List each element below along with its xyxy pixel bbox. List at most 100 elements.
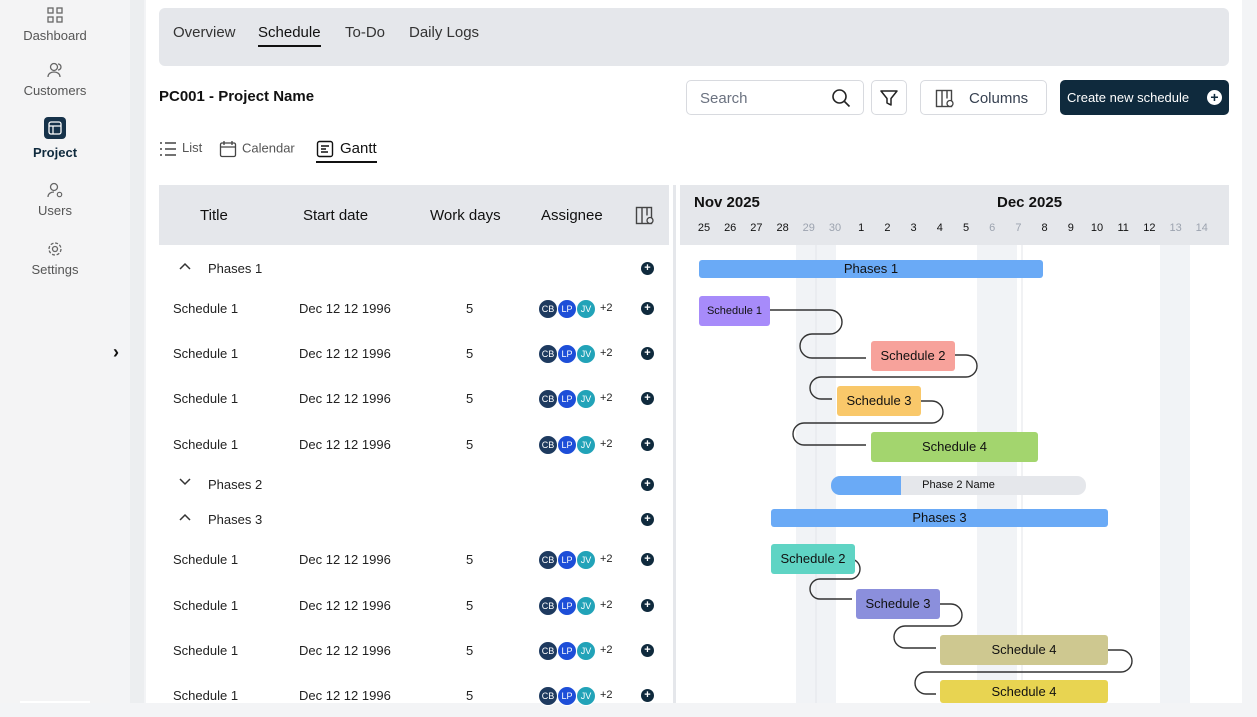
avatar[interactable]: LP (557, 596, 577, 616)
header-title[interactable]: Title (200, 207, 228, 224)
add-circle-icon[interactable]: + (641, 513, 654, 526)
table-row[interactable]: Schedule 1 Dec 12 12 1996 5 CB LP JV +2 + (159, 587, 669, 627)
add-circle-icon[interactable]: + (641, 392, 654, 405)
assignee-more-count[interactable]: +2 (600, 553, 613, 565)
sidebar-item-dashboard[interactable]: Dashboard (0, 6, 110, 43)
avatar[interactable]: JV (576, 641, 596, 661)
avatar[interactable]: JV (576, 389, 596, 409)
tab-overview[interactable]: Overview (173, 24, 236, 41)
avatar[interactable]: LP (557, 344, 577, 364)
columns-settings-icon[interactable] (635, 206, 655, 226)
table-row[interactable]: Schedule 1 Dec 12 12 1996 5 CB LP JV +2 + (159, 335, 669, 375)
avatar[interactable]: LP (557, 299, 577, 319)
search-input[interactable]: Search (686, 80, 864, 115)
add-circle-icon[interactable]: + (641, 438, 654, 451)
schedule-bar[interactable]: Schedule 4 (940, 635, 1108, 665)
table-header: Title Start date Work days Assignee (159, 185, 669, 245)
view-calendar[interactable]: Calendar (219, 140, 295, 158)
filter-button[interactable] (871, 80, 907, 115)
header-start-date[interactable]: Start date (303, 207, 368, 224)
day-label: 12 (1143, 222, 1156, 234)
chevron-up-icon[interactable] (178, 259, 192, 276)
avatar[interactable]: CB (538, 344, 558, 364)
phase-bar[interactable]: Phases 3 (771, 509, 1108, 527)
assignee-more-count[interactable]: +2 (600, 302, 613, 314)
phase-bar[interactable]: Phase 2 Name (831, 476, 1086, 495)
avatar[interactable]: JV (576, 299, 596, 319)
header-assignee[interactable]: Assignee (541, 207, 603, 224)
add-circle-icon[interactable]: + (641, 644, 654, 657)
assignee-more-count[interactable]: +2 (600, 438, 613, 450)
add-circle-icon[interactable]: + (641, 553, 654, 566)
avatar[interactable]: LP (557, 641, 577, 661)
assignee-more-count[interactable]: +2 (600, 599, 613, 611)
view-list[interactable]: List (159, 140, 202, 157)
tab-schedule[interactable]: Schedule (258, 24, 321, 47)
avatar[interactable]: LP (557, 686, 577, 706)
chevron-right-icon[interactable]: › (113, 342, 119, 363)
table-row[interactable]: Schedule 1 Dec 12 12 1996 5 CB LP JV +2 + (159, 290, 669, 330)
schedule-bar[interactable]: Schedule 1 (699, 296, 770, 326)
table-row[interactable]: Schedule 1 Dec 12 12 1996 5 CB LP JV +2 + (159, 541, 669, 581)
table-gantt-divider[interactable] (673, 185, 676, 703)
columns-button[interactable]: Columns (920, 80, 1047, 115)
day-label: 29 (802, 222, 815, 234)
table-row[interactable]: Schedule 1 Dec 12 12 1996 5 CB LP JV +2 + (159, 426, 669, 466)
add-circle-icon[interactable]: + (641, 347, 654, 360)
avatar[interactable]: CB (538, 389, 558, 409)
create-label: Create new schedule (1067, 90, 1190, 105)
header-work-days[interactable]: Work days (430, 207, 501, 224)
sidebar-item-customers[interactable]: Customers (0, 61, 110, 98)
assignee-more-count[interactable]: +2 (600, 689, 613, 701)
phase-row[interactable]: Phases 1 + (159, 250, 669, 290)
add-circle-icon[interactable]: + (641, 689, 654, 702)
schedule-bar[interactable]: Schedule 3 (837, 386, 921, 416)
avatar[interactable]: JV (576, 435, 596, 455)
phase-row[interactable]: Phases 2 + (159, 466, 669, 506)
table-row[interactable]: Schedule 1 Dec 12 12 1996 5 CB LP JV +2 + (159, 632, 669, 672)
phase-bar[interactable]: Phases 1 (699, 260, 1043, 278)
schedule-bar[interactable]: Schedule 4 (871, 432, 1038, 462)
day-label: 1 (858, 222, 865, 234)
table-row[interactable]: Schedule 1 Dec 12 12 1996 5 CB LP JV +2 + (159, 380, 669, 420)
avatar[interactable]: CB (538, 596, 558, 616)
schedule-title: Schedule 1 (173, 346, 239, 361)
view-gantt[interactable]: Gantt (316, 140, 377, 164)
avatar[interactable]: CB (538, 550, 558, 570)
avatar[interactable]: JV (576, 344, 596, 364)
avatar[interactable]: CB (538, 641, 558, 661)
avatar[interactable]: LP (557, 389, 577, 409)
avatar[interactable]: JV (576, 686, 596, 706)
chevron-down-icon[interactable] (178, 475, 192, 492)
sidebar-item-settings[interactable]: Settings (0, 240, 110, 277)
avatar[interactable]: CB (538, 435, 558, 455)
schedule-bar[interactable]: Schedule 4 (940, 680, 1108, 703)
add-circle-icon[interactable]: + (641, 302, 654, 315)
tab-todo[interactable]: To-Do (345, 24, 385, 41)
sidebar-item-project[interactable]: Project (0, 117, 110, 160)
schedule-bar[interactable]: Schedule 2 (771, 544, 855, 574)
search-placeholder: Search (700, 90, 748, 107)
phase-row[interactable]: Phases 3 + (159, 501, 669, 541)
avatar[interactable]: LP (557, 550, 577, 570)
add-circle-icon[interactable]: + (641, 478, 654, 491)
day-label: 30 (828, 222, 842, 234)
avatar[interactable]: JV (576, 550, 596, 570)
chevron-up-icon[interactable] (178, 510, 192, 527)
assignee-more-count[interactable]: +2 (600, 347, 613, 359)
sidebar-item-users[interactable]: Users (0, 181, 110, 218)
avatar[interactable]: LP (557, 435, 577, 455)
avatar[interactable]: CB (538, 686, 558, 706)
tab-daily-logs[interactable]: Daily Logs (409, 24, 479, 41)
schedule-bar[interactable]: Schedule 3 (856, 589, 940, 619)
table-row[interactable]: Schedule 1 Dec 12 12 1996 5 CB LP JV +2 + (159, 677, 669, 717)
create-schedule-button[interactable]: Create new schedule + (1060, 80, 1229, 115)
assignee-more-count[interactable]: +2 (600, 392, 613, 404)
avatar[interactable]: CB (538, 299, 558, 319)
avatar[interactable]: JV (576, 596, 596, 616)
schedule-bar[interactable]: Schedule 2 (871, 341, 955, 371)
add-circle-icon[interactable]: + (641, 599, 654, 612)
assignee-more-count[interactable]: +2 (600, 644, 613, 656)
add-circle-icon[interactable]: + (641, 262, 654, 275)
view-gantt-label: Gantt (340, 140, 377, 157)
